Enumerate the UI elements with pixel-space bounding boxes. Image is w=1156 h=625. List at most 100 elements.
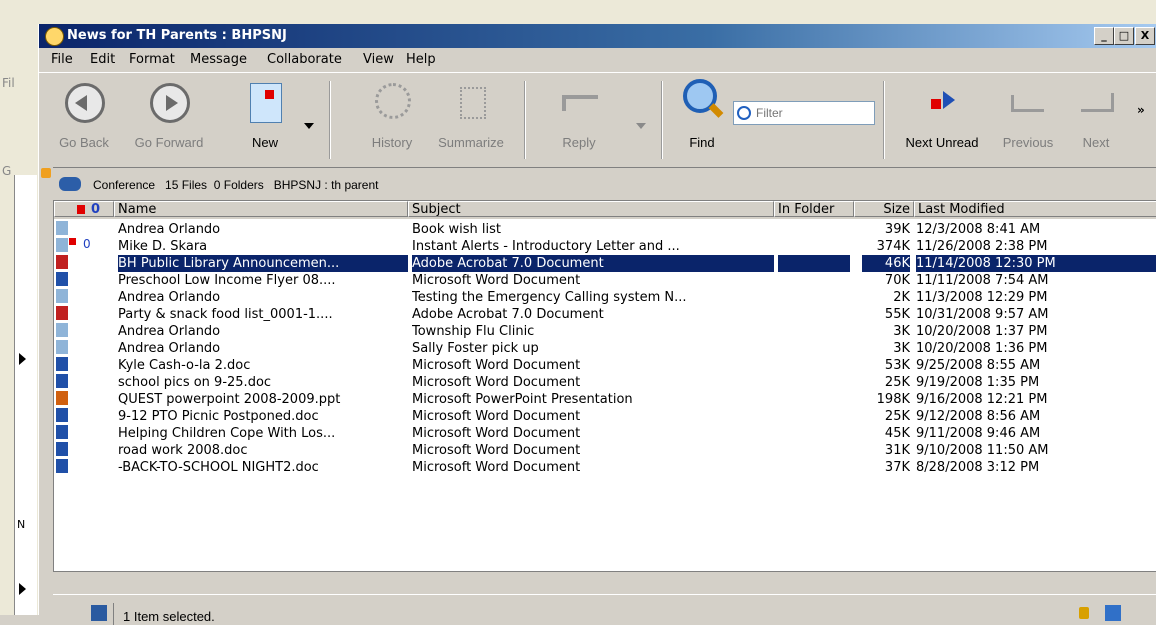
header-name[interactable]: Name — [114, 201, 408, 217]
word-icon — [56, 272, 68, 286]
summarize-button[interactable]: Summarize — [431, 79, 511, 150]
row-subject: Testing the Emergency Calling system N..… — [412, 290, 687, 305]
table-row[interactable]: 9-12 PTO Picnic Postponed.doc Microsoft W… — [54, 408, 1156, 425]
row-size: 25K — [884, 409, 910, 424]
header-last-modified[interactable]: Last Modified — [914, 201, 1156, 217]
new-button[interactable]: New — [239, 79, 291, 150]
table-row[interactable]: Preschool Low Income Flyer 08.... Microso… — [54, 272, 1156, 289]
row-last-modified: 9/16/2008 12:21 PM — [916, 392, 1048, 407]
pdf-icon — [56, 255, 68, 269]
header-size[interactable]: Size — [854, 201, 914, 217]
row-last-modified: 9/11/2008 9:46 AM — [916, 426, 1041, 441]
menu-help[interactable]: Help — [406, 52, 436, 67]
table-row[interactable]: BH Public Library Announcemen... Adobe Ac… — [54, 255, 1156, 272]
table-row[interactable]: QUEST powerpoint 2008-2009.ppt Microsoft … — [54, 391, 1156, 408]
header-subject[interactable]: Subject — [408, 201, 774, 217]
table-row[interactable]: Andrea Orlando Testing the Emergency Call… — [54, 289, 1156, 306]
maximize-button[interactable]: □ — [1114, 27, 1134, 45]
table-row[interactable]: school pics on 9-25.doc Microsoft Word Do… — [54, 374, 1156, 391]
pdf-icon — [56, 306, 68, 320]
left-strip — [39, 166, 53, 615]
row-size: 31K — [884, 443, 910, 458]
message-icon — [56, 340, 68, 354]
row-last-modified: 9/10/2008 11:50 AM — [916, 443, 1049, 458]
flag-icon — [69, 238, 76, 245]
menu-view[interactable]: View — [363, 52, 394, 67]
filter-input[interactable] — [754, 104, 870, 122]
conference-app-icon — [45, 27, 64, 46]
menu-collaborate[interactable]: Collaborate — [267, 52, 342, 67]
row-subject: Microsoft Word Document — [412, 375, 581, 390]
row-name: Andrea Orlando — [118, 341, 221, 356]
table-row[interactable]: Andrea Orlando Book wish list 39K 12/3/2008… — [54, 221, 1156, 238]
row-last-modified: 10/20/2008 1:37 PM — [916, 324, 1048, 339]
close-button[interactable]: X — [1135, 27, 1155, 45]
message-icon — [56, 323, 68, 337]
message-list[interactable]: 0 Name Subject In Folder Size Last Modif… — [53, 200, 1156, 572]
window-titlebar[interactable]: News for TH Parents : BHPSNJ _ □ X — [39, 24, 1156, 48]
row-name: Mike D. Skara — [118, 239, 208, 254]
menu-format[interactable]: Format — [129, 52, 175, 67]
go-back-label: Go Back — [59, 135, 109, 150]
table-row[interactable]: Kyle Cash-o-la 2.doc Microsoft Word Docum… — [54, 357, 1156, 374]
row-name: Kyle Cash-o-la 2.doc — [118, 358, 251, 373]
lock-icon — [1079, 607, 1089, 619]
table-row[interactable]: Helping Children Cope With Los... Microso… — [54, 425, 1156, 442]
table-row[interactable]: Andrea Orlando Sally Foster pick up 3K 10/2… — [54, 340, 1156, 357]
menu-message[interactable]: Message — [190, 52, 247, 67]
table-row[interactable]: -BACK-TO-SCHOOL NIGHT2.doc Microsoft Word… — [54, 459, 1156, 476]
history-button[interactable]: History — [364, 79, 420, 150]
summarize-icon — [460, 87, 486, 119]
menu-file[interactable]: File — [51, 52, 73, 67]
toolbar-separator — [329, 81, 331, 159]
find-button[interactable]: Find — [675, 79, 729, 150]
word-icon — [56, 425, 68, 439]
row-subject: Microsoft Word Document — [412, 443, 581, 458]
row-name: Andrea Orlando — [118, 290, 221, 305]
row-size: 70K — [884, 273, 910, 288]
filter-search-icon — [737, 106, 751, 120]
filter-field[interactable] — [733, 101, 875, 125]
row-size: 198K — [876, 392, 910, 407]
menu-edit[interactable]: Edit — [90, 52, 115, 67]
background-file-menu[interactable]: Fil — [2, 76, 15, 90]
reply-dropdown-icon[interactable] — [636, 123, 646, 129]
table-row[interactable]: Party & snack food list_0001-1.... Adobe … — [54, 306, 1156, 323]
word-icon — [56, 442, 68, 456]
table-row[interactable]: 0 Mike D. Skara Instant Alerts - Introduc… — [54, 238, 1156, 255]
table-row[interactable]: Andrea Orlando Township Flu Clinic 3K 10/20… — [54, 323, 1156, 340]
status-text: 1 Item selected. — [123, 609, 215, 624]
row-last-modified: 9/19/2008 1:35 PM — [916, 375, 1040, 390]
go-forward-label: Go Forward — [134, 135, 204, 150]
table-row[interactable]: road work 2008.doc Microsoft Word Documen… — [54, 442, 1156, 459]
row-last-modified: 9/25/2008 8:55 AM — [916, 358, 1041, 373]
go-forward-button[interactable]: Go Forward — [129, 79, 209, 150]
new-dropdown-icon[interactable] — [304, 123, 314, 129]
word-icon — [56, 408, 68, 422]
forward-arrow-icon — [150, 83, 190, 123]
next-button[interactable]: Next — [1071, 79, 1121, 150]
row-last-modified: 12/3/2008 8:41 AM — [916, 222, 1041, 237]
go-back-button[interactable]: Go Back — [53, 79, 115, 150]
header-icons-column[interactable]: 0 — [54, 201, 114, 217]
history-icon — [375, 83, 411, 119]
row-size: 55K — [884, 307, 910, 322]
previous-button[interactable]: Previous — [995, 79, 1061, 150]
background-left-panel: N — [14, 175, 37, 615]
toolbar-overflow-icon[interactable]: » — [1137, 103, 1145, 117]
row-subject: Microsoft PowerPoint Presentation — [412, 392, 633, 407]
row-name: -BACK-TO-SCHOOL NIGHT2.doc — [118, 460, 319, 475]
row-name: Preschool Low Income Flyer 08.... — [118, 273, 336, 288]
next-unread-button[interactable]: Next Unread — [895, 79, 989, 150]
row-name: 9-12 PTO Picnic Postponed.doc — [118, 409, 319, 424]
new-document-icon — [250, 83, 282, 123]
status-panel-icon[interactable] — [91, 605, 107, 621]
row-subject: Instant Alerts - Introductory Letter and… — [412, 239, 680, 254]
background-arrow-icon — [19, 583, 26, 595]
layout-icon[interactable] — [1105, 605, 1121, 621]
minimize-button[interactable]: _ — [1094, 27, 1114, 45]
row-name: road work 2008.doc — [118, 443, 248, 458]
row-subject: Microsoft Word Document — [412, 460, 581, 475]
reply-button[interactable]: Reply — [549, 79, 609, 150]
header-in-folder[interactable]: In Folder — [774, 201, 854, 217]
